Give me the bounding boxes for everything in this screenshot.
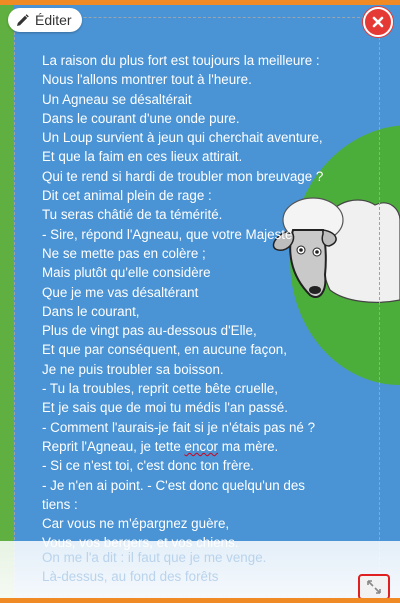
poem-line: Dans le courant d'une onde pure.: [42, 110, 240, 126]
poem-line: Un Loup survient à jeun qui cherchait av…: [42, 130, 323, 146]
poem-line: Un Agneau se désaltérait: [42, 91, 192, 107]
poem-line: - Si ce n'est toi, c'est donc ton frère.: [42, 458, 255, 474]
page-canvas: La raison du plus fort est toujours la m…: [0, 5, 400, 598]
spelling-error-mark: encor: [184, 438, 219, 454]
poem-line: tiens :: [42, 496, 78, 512]
poem-line: - Tu la troubles, reprit cette bête crue…: [42, 381, 278, 397]
poem-text[interactable]: La raison du plus fort est toujours la m…: [42, 51, 372, 553]
faded-poem-text: On me l'a dit : il faut que je me venge.…: [42, 548, 266, 587]
bottom-accent-bar: [0, 598, 400, 603]
close-button[interactable]: [363, 7, 393, 37]
poem-line: Reprit l'Agneau, je tette encor ma mère.: [42, 438, 279, 454]
poem-line: - Je n'en ai point. - C'est donc quelqu'…: [42, 477, 306, 493]
close-icon: [372, 16, 384, 28]
poem-line: Dans le courant,: [42, 303, 140, 319]
poem-line: Et que la faim en ces lieux attirait.: [42, 149, 243, 165]
poem-line: Je ne puis troubler sa boisson.: [42, 361, 224, 377]
resize-button[interactable]: [358, 574, 390, 600]
poem-line: Que je me vas désaltérant: [42, 284, 199, 300]
poem-line: Et que par conséquent, en aucune façon,: [42, 342, 287, 358]
poem-line: Et je sais que de moi tu médis l'an pass…: [42, 400, 288, 416]
edit-button-label: Éditer: [35, 12, 72, 28]
poem-line: - Sire, répond l'Agneau, que votre Majes…: [42, 226, 293, 242]
poem-line: La raison du plus fort est toujours la m…: [42, 53, 320, 68]
poem-line: Qui te rend si hardi de troubler mon bre…: [42, 168, 324, 184]
faded-poem-line: Là-dessus, au fond des forêts: [42, 569, 219, 585]
grass-strip-left: [0, 5, 14, 598]
poem-line: Mais plutôt qu'elle considère: [42, 265, 211, 281]
poem-line: Car vous ne m'épargnez guère,: [42, 516, 230, 532]
resize-icon: [367, 580, 381, 594]
poem-line: Tu seras châtié de ta témérité.: [42, 207, 223, 223]
faded-poem-line: On me l'a dit : il faut que je me venge.: [42, 550, 267, 565]
poem-line: - Comment l'aurais-je fait si je n'étais…: [42, 419, 316, 435]
pencil-icon: [17, 13, 29, 26]
poem-line: Nous l'allons montrer tout à l'heure.: [42, 72, 252, 88]
poem-line: Plus de vingt pas au-dessous d'Elle,: [42, 323, 257, 339]
edit-button[interactable]: Éditer: [8, 8, 82, 32]
poem-line: Dit cet animal plein de rage :: [42, 188, 212, 204]
poem-line: Ne se mette pas en colère ;: [42, 245, 206, 261]
